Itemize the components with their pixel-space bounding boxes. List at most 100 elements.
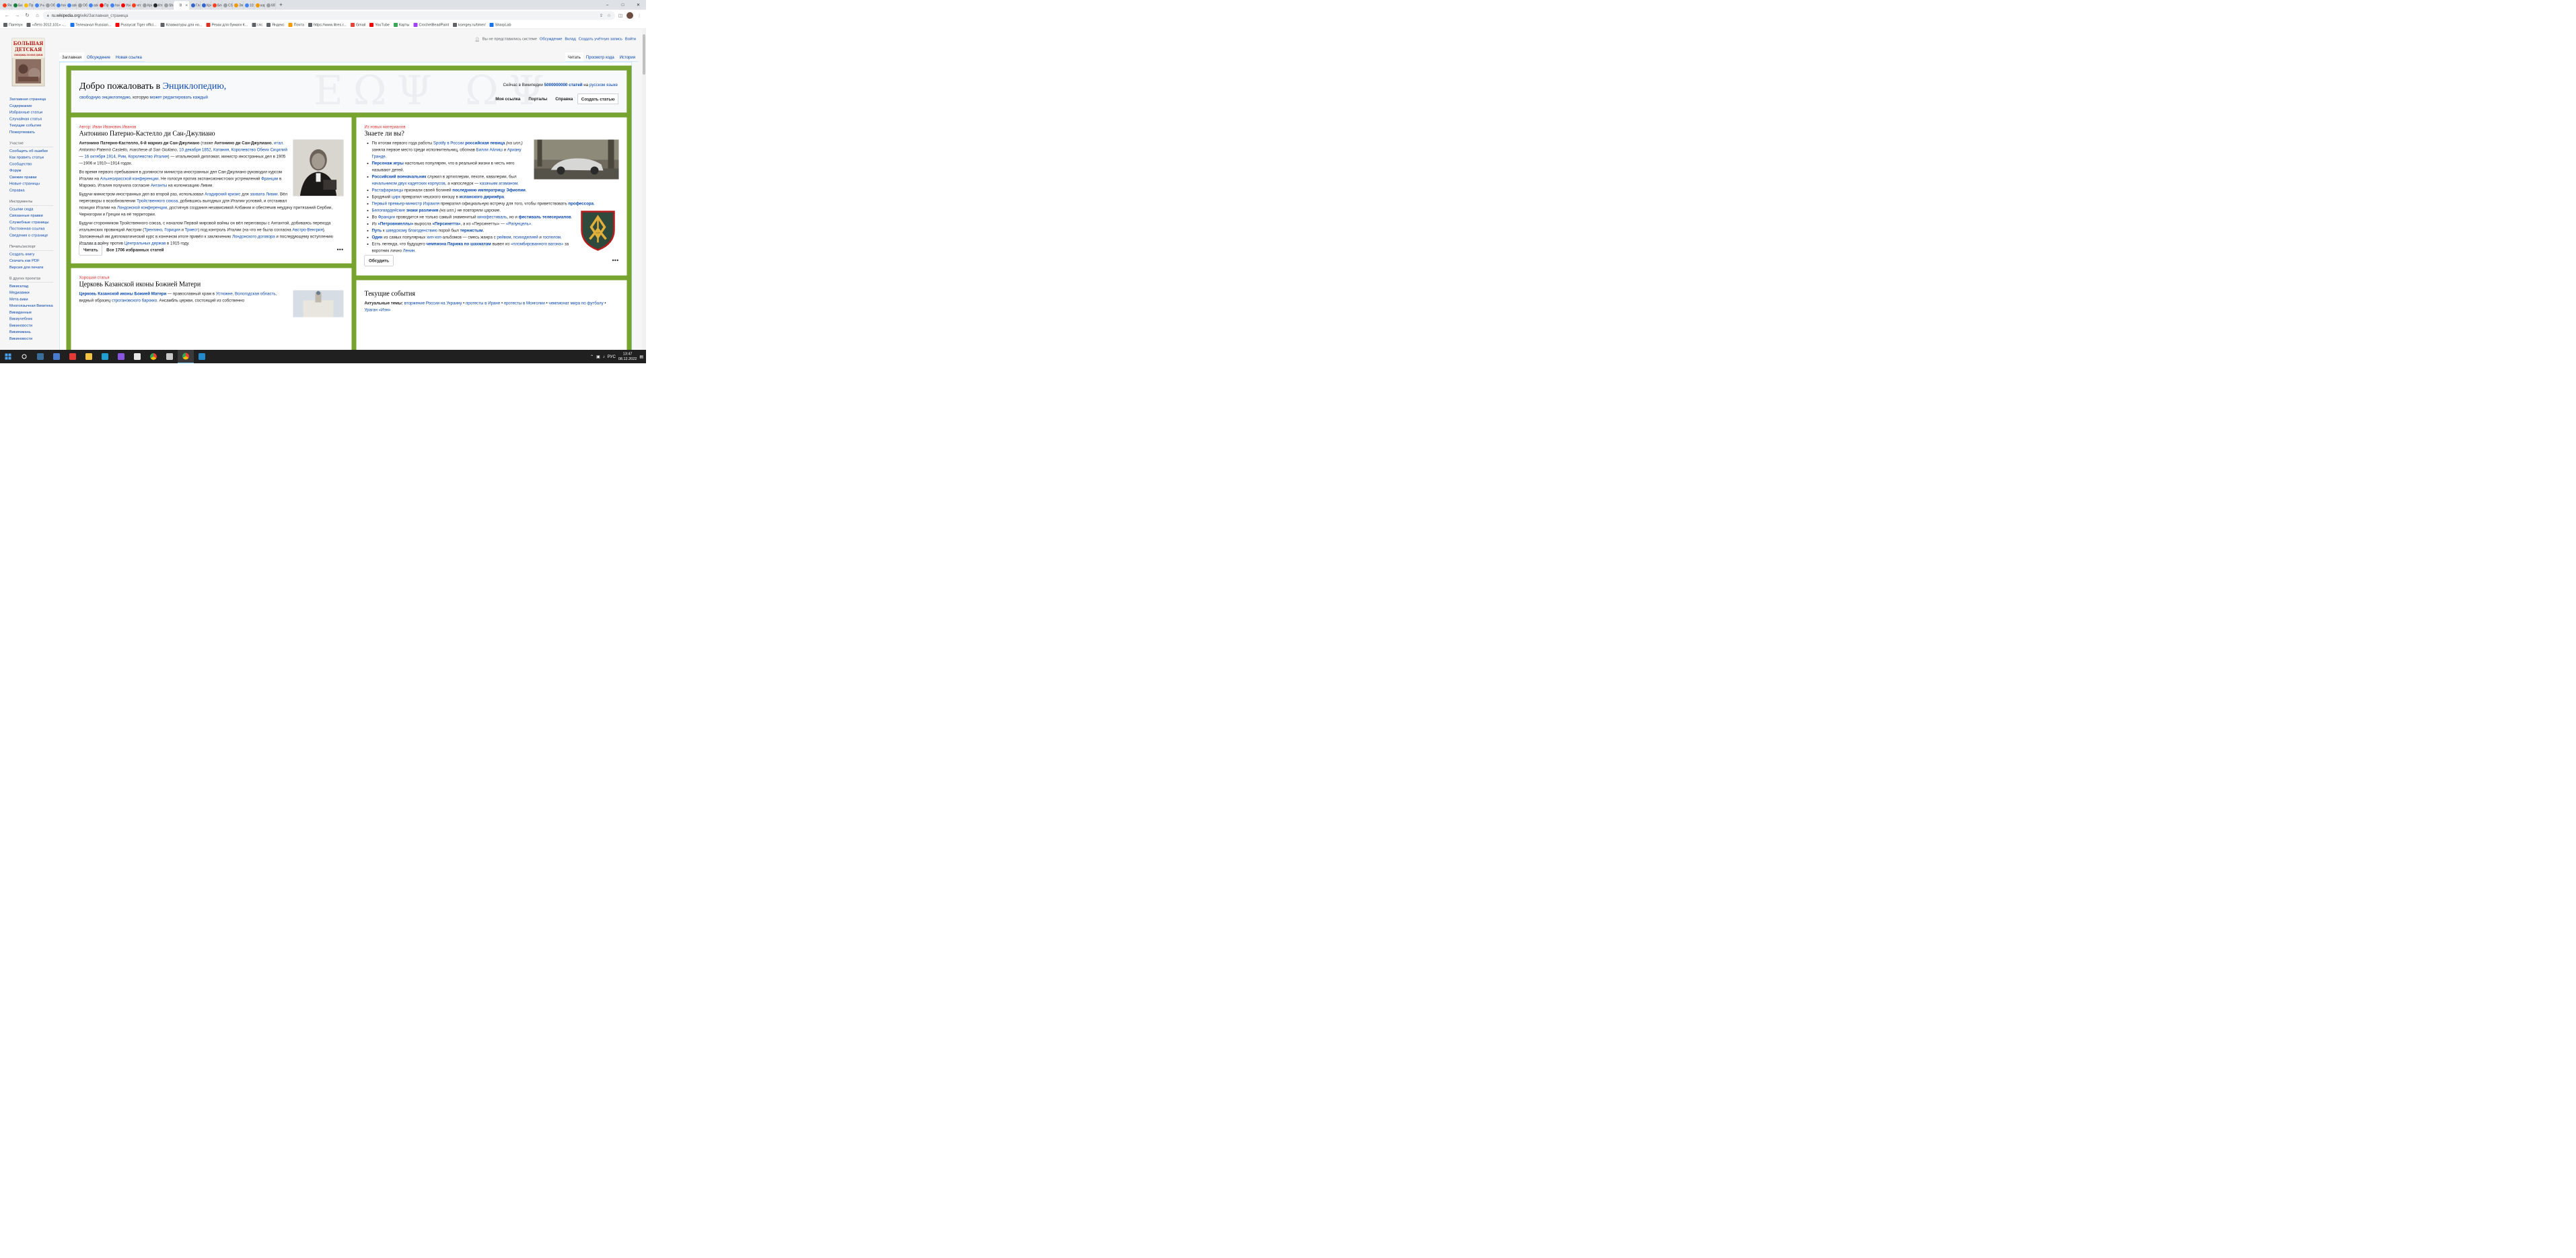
dyk-bold-link[interactable]: тернистым — [460, 228, 483, 233]
browser-tab[interactable]: Обу — [77, 1, 87, 10]
dyk-bold-link[interactable]: Персонаж игры — [372, 161, 404, 165]
volume-icon[interactable]: ♪ — [603, 355, 605, 359]
sidebar-nav-link[interactable]: Пожертвовать — [9, 129, 57, 136]
store-icon[interactable] — [48, 350, 65, 363]
dyk-link[interactable]: Spotify в России — [433, 141, 464, 145]
clock[interactable]: 13:47 08.12.2022 — [618, 352, 637, 362]
notifications-icon[interactable]: ▤ — [639, 355, 643, 359]
link[interactable]: Австро-Венгрия — [292, 227, 322, 232]
link[interactable]: Вологодская область — [235, 291, 276, 296]
tab-view-source[interactable]: Просмотр кода — [583, 52, 617, 62]
maximize-icon[interactable]: □ — [615, 0, 631, 10]
link[interactable]: Гориция — [164, 227, 180, 232]
bookmark-item[interactable]: https://www.litres.r... — [308, 23, 347, 27]
sidebar-nav-link[interactable]: Избранные статьи — [9, 110, 57, 116]
browser-tab[interactable]: Sho — [163, 1, 174, 10]
good-bold-link[interactable]: Церковь Казанской иконы Божией Матери — [79, 291, 167, 296]
wiki-logo[interactable]: БОЛЬШАЯ ДЕТСКАЯ ЭНЦИКЛОПЕДИЯ — [8, 37, 48, 87]
topic-link[interactable]: вторжение России на Украину — [404, 301, 462, 305]
dyk-bold-link[interactable]: профессора — [568, 201, 594, 206]
topic-link[interactable]: чемпионат мира по футболу — [548, 301, 603, 305]
scrollbar-thumb[interactable] — [643, 34, 645, 75]
bookmark-item[interactable]: Pussycat Tiger offici... — [115, 23, 157, 27]
topic-link[interactable]: Ураган «Иэн» — [365, 307, 391, 312]
dyk-link[interactable]: «Рапунцель» — [506, 221, 531, 226]
browser-tab[interactable]: Обу — [44, 1, 55, 10]
anyone-can-edit-link[interactable]: может редактировать каждый — [150, 95, 208, 100]
link[interactable]: Агадирский кризис — [205, 192, 240, 196]
browser-tab[interactable]: Про — [98, 1, 109, 10]
link[interactable]: строгановского барокко — [112, 298, 157, 303]
bookmark-item[interactable]: Резак для бумаги К... — [206, 23, 248, 27]
sidebar-link[interactable]: Многоязычная Викитека — [9, 303, 57, 309]
featured-portrait-image[interactable] — [293, 139, 344, 196]
read-button[interactable]: Читать — [79, 244, 103, 256]
messenger-icon[interactable] — [113, 350, 129, 363]
bookmark-item[interactable]: CrochetBeadPaint — [413, 23, 449, 27]
sidebar-link[interactable]: Викиновости — [9, 336, 57, 342]
dyk-link[interactable]: психоделией — [513, 235, 538, 239]
address-bar[interactable]: 🔒︎ ru.wikipedia.org/wiki/Заглавная_стран… — [43, 11, 615, 20]
dyk-bold-link[interactable]: последнюю императрицу Эфиопии — [452, 188, 526, 192]
forward-icon[interactable]: → — [13, 11, 22, 20]
sidebar-link[interactable]: Сообщить об ошибке — [9, 148, 57, 155]
dyk-bold-link[interactable]: Путь — [372, 228, 382, 233]
link[interactable]: Трентино — [144, 227, 162, 232]
browser-tab[interactable]: В ✕ — [174, 1, 190, 10]
browser-tab[interactable]: Бес — [211, 1, 222, 10]
sidebar-nav-link[interactable]: Текущие события — [9, 122, 57, 129]
sidebar-link[interactable]: Медиавики — [9, 290, 57, 297]
sidebar-link[interactable]: Викиучебник — [9, 316, 57, 323]
sidebar-link[interactable]: Мета-вики — [9, 296, 57, 303]
dyk-link[interactable]: Белогвардейские — [372, 208, 406, 213]
dyk-link[interactable]: Первый премьер-министр Израиля — [372, 201, 440, 206]
create-article-button[interactable]: Создать статью — [577, 94, 618, 104]
browser-tab[interactable]: кар — [254, 1, 265, 10]
dyk-bold-link[interactable]: знаки различия — [406, 208, 439, 213]
bookmark-item[interactable]: Пагепун — [3, 23, 23, 27]
link[interactable]: Тройственного союза — [137, 198, 178, 203]
sidebar-link[interactable]: Викиданные — [9, 309, 57, 316]
dyk-link[interactable]: рейвом — [497, 235, 511, 239]
all-featured-link[interactable]: Все 1706 избранных статей — [106, 247, 164, 254]
sidebar-link[interactable]: Создать книгу — [9, 251, 57, 258]
close-tab-icon[interactable]: ✕ — [185, 3, 188, 7]
new-tab-button[interactable]: + — [276, 1, 286, 10]
dyk-bold-link[interactable]: испанского дирижёра — [460, 194, 504, 199]
link[interactable]: Устюжне — [216, 291, 233, 296]
dyk-bold-link[interactable]: Один — [372, 235, 383, 239]
browser-tab[interactable]: adc — [87, 1, 98, 10]
browser-tab[interactable]: Бин — [12, 1, 23, 10]
language-link[interactable]: русском языке — [589, 83, 618, 87]
bookmark-item[interactable]: ksergey.ru/timer/ — [453, 23, 486, 27]
bookmark-item[interactable]: «Лето 2012.101» -... — [26, 23, 66, 27]
link[interactable]: Антанты — [151, 183, 167, 188]
dyk-bold-link[interactable]: «Петровниеллы» — [378, 221, 413, 226]
home-icon[interactable]: ⌂ — [33, 11, 42, 20]
sidebar-link[interactable]: Викисклад — [9, 283, 57, 290]
dyk-link[interactable]: госпелом — [543, 235, 561, 239]
link[interactable]: 10 декабря 1852 — [179, 147, 211, 152]
help-button[interactable]: Справка — [552, 94, 576, 104]
sidebar-link[interactable]: Связанные правки — [9, 213, 57, 219]
sidebar-link[interactable]: Свежие правки — [9, 174, 57, 181]
sidebar-link[interactable]: Форум — [9, 168, 57, 174]
keyboard-language[interactable]: РУС — [608, 355, 616, 359]
link[interactable]: Триест — [185, 227, 199, 232]
browser-tab[interactable]: adc — [66, 1, 77, 10]
dyk-bold-link[interactable]: «Персинетта» — [432, 221, 460, 226]
edge-icon[interactable] — [97, 350, 113, 363]
dyk-link[interactable]: Билли Айлиш — [476, 147, 503, 152]
topic-link[interactable]: протесты в Иране — [466, 301, 500, 305]
bookmark-item[interactable]: глс — [252, 23, 262, 27]
dyk-bold-link[interactable]: чемпиона Парижа по шахматам — [426, 242, 491, 246]
network-icon[interactable]: ▣ — [596, 355, 600, 359]
sidebar-link[interactable]: Ссылки сюда — [9, 206, 57, 213]
personal-link-talk[interactable]: Обсуждение — [540, 37, 563, 42]
browser-tab[interactable]: Глав — [190, 1, 201, 10]
dyk-link[interactable]: цирк — [392, 194, 400, 199]
browser-tab[interactable]: Кре — [201, 1, 211, 10]
chrome-icon[interactable] — [145, 350, 162, 363]
free-encyclopedia-link[interactable]: свободную энциклопедию — [79, 95, 131, 100]
sidebar-link[interactable]: Новые страницы — [9, 181, 57, 188]
